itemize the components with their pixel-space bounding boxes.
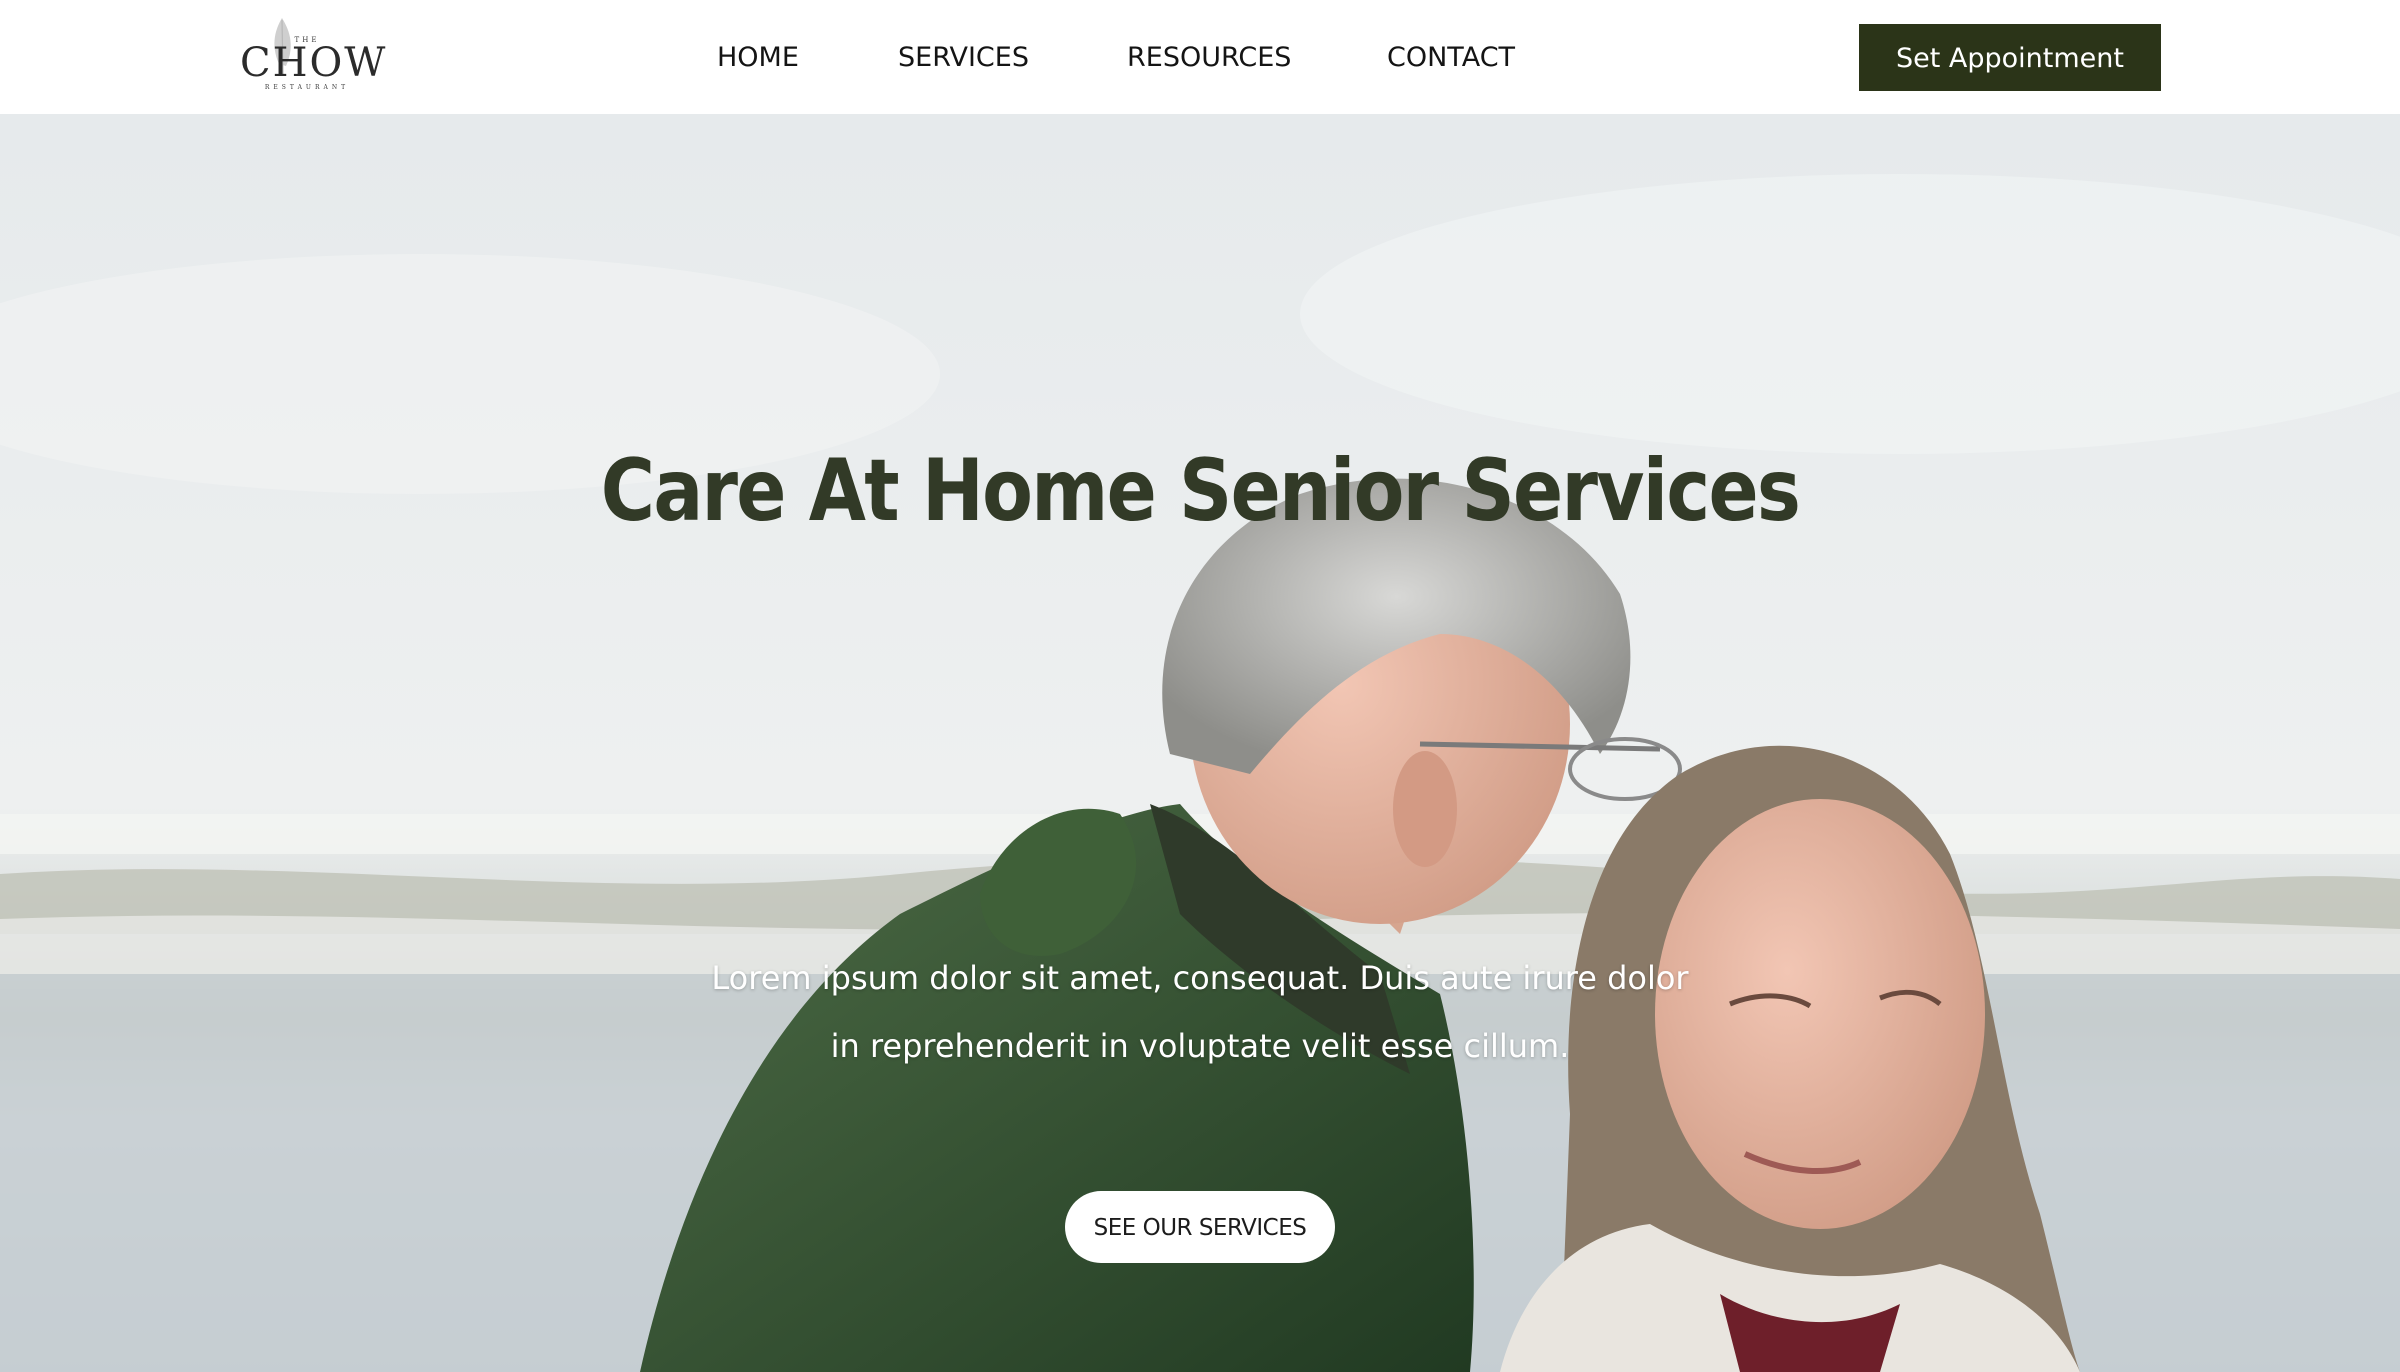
hero-background-photo [0,114,2400,1372]
nav-item-services[interactable]: SERVICES [898,40,1029,76]
hero-description: Lorem ipsum dolor sit amet, consequat. D… [600,944,1800,1080]
hero-title: Care At Home Senior Services [600,440,1801,541]
set-appointment-button[interactable]: Set Appointment [1859,24,2161,91]
hero-description-line-2: in reprehenderit in voluptate velit esse… [830,1027,1570,1065]
site-header: THE CHOW RESTAURANT HOME SERVICES RESOUR… [0,0,2400,114]
logo-subtitle: RESTAURANT [264,84,350,91]
nav-item-home[interactable]: HOME [717,40,799,76]
see-our-services-button[interactable]: SEE OUR SERVICES [1065,1191,1335,1263]
hero-description-line-1: Lorem ipsum dolor sit amet, consequat. D… [711,959,1689,997]
nav-item-contact[interactable]: CONTACT [1387,40,1515,76]
hero-section: Care At Home Senior Services Lorem ipsum… [0,114,2400,1372]
nav-item-resources[interactable]: RESOURCES [1127,40,1291,76]
